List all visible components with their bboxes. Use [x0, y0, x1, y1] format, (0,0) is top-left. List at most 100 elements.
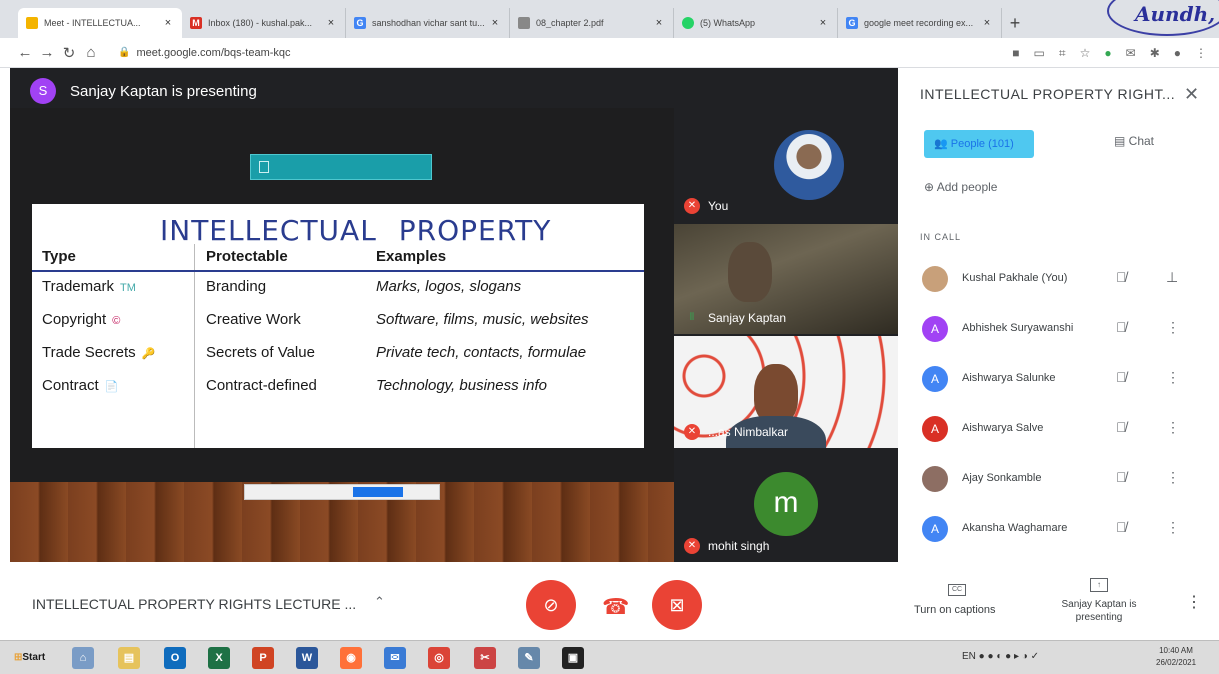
- lock-icon[interactable]: 🔒: [118, 47, 130, 58]
- list-item[interactable]: A Akansha Waghamare 🎙̸ ⋮: [902, 504, 1219, 554]
- tile-nimbalkar[interactable]: ✕ ...as Nimbalkar: [674, 336, 898, 448]
- list-item[interactable]: Ajay Sonkamble 🎙̸ ⋮: [902, 454, 1219, 504]
- extension-icon[interactable]: ⌗: [1059, 46, 1066, 61]
- media-icon[interactable]: ▭: [1034, 46, 1045, 61]
- mic-off-icon[interactable]: 🎙̸: [1116, 369, 1127, 385]
- forward-icon[interactable]: →: [36, 44, 58, 61]
- clock-date: 26/02/2021: [1156, 658, 1197, 667]
- more-options-icon[interactable]: ⋮: [1186, 592, 1202, 612]
- type-label: Trademark: [42, 278, 114, 295]
- tab-people[interactable]: 👥 People (101): [924, 130, 1034, 158]
- start-button[interactable]: ⊞Start: [8, 647, 58, 669]
- in-call-heading: IN CALL: [920, 232, 962, 242]
- profile-icon[interactable]: ●: [1174, 46, 1181, 61]
- tab-title: Meet - INTELLECTUA...: [44, 18, 141, 28]
- slide-title-word1: INTELLECTUAL: [160, 214, 377, 247]
- chat-icon: ▤: [1114, 134, 1129, 148]
- type-label: Trade Secrets: [42, 344, 136, 361]
- pin-icon[interactable]: ⊥: [1166, 269, 1178, 286]
- mic-off-icon: ⊘: [543, 595, 559, 615]
- extension-green-icon[interactable]: ●: [1104, 46, 1111, 61]
- mic-off-icon[interactable]: 🎙̸: [1116, 319, 1127, 335]
- chevron-up-icon[interactable]: ⌃: [374, 594, 385, 610]
- outlook-icon[interactable]: O: [164, 647, 186, 669]
- panel-title: INTELLECTUAL PROPERTY RIGHT...: [920, 86, 1176, 102]
- tab-meet[interactable]: Meet - INTELLECTUA... ×: [18, 8, 182, 38]
- presenting-button[interactable]: Sanjay Kaptan is presenting: [1056, 598, 1142, 624]
- tab-gmail[interactable]: M Inbox (180) - kushal.pak... ×: [182, 8, 346, 38]
- slide-title-word2: PROPERTY: [398, 214, 552, 247]
- captions-button[interactable]: Turn on captions: [914, 604, 996, 616]
- more-options-icon[interactable]: ⋮: [1166, 519, 1180, 536]
- mic-toggle-button[interactable]: ⊘: [526, 580, 576, 630]
- language-indicator[interactable]: EN: [962, 651, 976, 662]
- more-options-icon[interactable]: ⋮: [1166, 319, 1180, 336]
- close-tab-icon[interactable]: ×: [325, 17, 337, 29]
- close-tab-icon[interactable]: ×: [162, 17, 174, 29]
- excel-icon[interactable]: X: [208, 647, 230, 669]
- tile-label: ✕ You: [684, 198, 728, 214]
- bookmark-star-icon[interactable]: ☆: [1080, 46, 1091, 61]
- media-app-icon[interactable]: ▣: [562, 647, 584, 669]
- network-app-icon[interactable]: ⌂: [72, 647, 94, 669]
- clock-time: 10:40 AM: [1159, 646, 1193, 655]
- tab-title: sanshodhan vichar sant tu...: [372, 18, 485, 28]
- participant-name: Abhishek Suryawanshi: [962, 322, 1074, 334]
- system-clock[interactable]: 10:40 AM 26/02/2021: [1156, 645, 1196, 669]
- home-icon[interactable]: ⌂: [80, 44, 102, 61]
- participant-name: Aishwarya Salunke: [962, 372, 1056, 384]
- address-bar[interactable]: meet.google.com/bqs-team-kqc: [136, 47, 290, 59]
- screen-share-notification: [244, 484, 440, 500]
- menu-dots-icon[interactable]: ⋮: [1195, 46, 1207, 61]
- app-icon[interactable]: ✉: [384, 647, 406, 669]
- close-tab-icon[interactable]: ×: [981, 17, 993, 29]
- more-options-icon[interactable]: ⋮: [1166, 469, 1180, 486]
- captions-icon[interactable]: CC: [948, 584, 966, 596]
- more-options-icon[interactable]: ⋮: [1166, 419, 1180, 436]
- folder-icon[interactable]: ▤: [118, 647, 140, 669]
- tab-chat[interactable]: ▤ Chat: [1114, 134, 1154, 148]
- people-icon: 👥: [934, 138, 951, 150]
- add-people-button[interactable]: ⊕ Add people: [924, 180, 997, 194]
- close-tab-icon[interactable]: ×: [489, 17, 501, 29]
- tab-google-search[interactable]: G sanshodhan vichar sant tu... ×: [346, 8, 510, 38]
- list-item[interactable]: A Abhishek Suryawanshi 🎙̸ ⋮: [902, 304, 1219, 354]
- snipping-tool-icon[interactable]: ✂: [474, 647, 496, 669]
- back-icon[interactable]: ←: [14, 44, 36, 61]
- new-tab-button[interactable]: +: [1002, 8, 1028, 38]
- firefox-icon[interactable]: ◉: [340, 647, 362, 669]
- camera-icon[interactable]: ■: [1012, 46, 1019, 61]
- close-icon[interactable]: ✕: [1184, 84, 1199, 105]
- puzzle-icon[interactable]: ✱: [1150, 46, 1160, 61]
- cell-examples: Private tech, contacts, formulae: [376, 344, 587, 361]
- camera-toggle-button[interactable]: ⊠: [652, 580, 702, 630]
- hang-up-button[interactable]: ☎: [602, 594, 629, 620]
- close-tab-icon[interactable]: ×: [653, 17, 665, 29]
- paint-icon[interactable]: ✎: [518, 647, 540, 669]
- chrome-icon[interactable]: ◎: [428, 647, 450, 669]
- mic-off-icon[interactable]: 🎙̸: [1116, 419, 1127, 435]
- list-item[interactable]: Kushal Pakhale (You) 🎙̸ ⊥: [902, 254, 1219, 304]
- cell-examples: Software, films, music, websites: [376, 311, 589, 328]
- powerpoint-icon[interactable]: P: [252, 647, 274, 669]
- tile-mohit-singh[interactable]: m ✕ mohit singh: [674, 450, 898, 562]
- reload-icon[interactable]: ↻: [58, 44, 80, 62]
- tab-whatsapp[interactable]: (5) WhatsApp ×: [674, 8, 838, 38]
- more-options-icon[interactable]: ⋮: [1166, 369, 1180, 386]
- tab-pdf[interactable]: 08_chapter 2.pdf ×: [510, 8, 674, 38]
- word-icon[interactable]: W: [296, 647, 318, 669]
- mic-off-icon[interactable]: 🎙̸: [1116, 269, 1127, 285]
- list-item[interactable]: A Aishwarya Salunke 🎙̸ ⋮: [902, 354, 1219, 404]
- mic-off-icon[interactable]: 🎙̸: [1116, 469, 1127, 485]
- mic-off-icon[interactable]: 🎙̸: [1116, 519, 1127, 535]
- meeting-details-button[interactable]: INTELLECTUAL PROPERTY RIGHTS LECTURE ...: [32, 596, 356, 612]
- tile-you[interactable]: ✕ You: [674, 108, 898, 222]
- close-tab-icon[interactable]: ×: [817, 17, 829, 29]
- list-item[interactable]: A Aishwarya Salve 🎙̸ ⋮: [902, 404, 1219, 454]
- tab-google-meet-search[interactable]: G google meet recording ex... ×: [838, 8, 1002, 38]
- present-icon[interactable]: ↑: [1090, 578, 1108, 592]
- stop-sharing-button[interactable]: [353, 487, 403, 497]
- screen-share-banner: [250, 154, 432, 180]
- tile-sanjay-kaptan[interactable]: ⦀ Sanjay Kaptan: [674, 224, 898, 334]
- extension-mail-icon[interactable]: ✉: [1126, 46, 1136, 61]
